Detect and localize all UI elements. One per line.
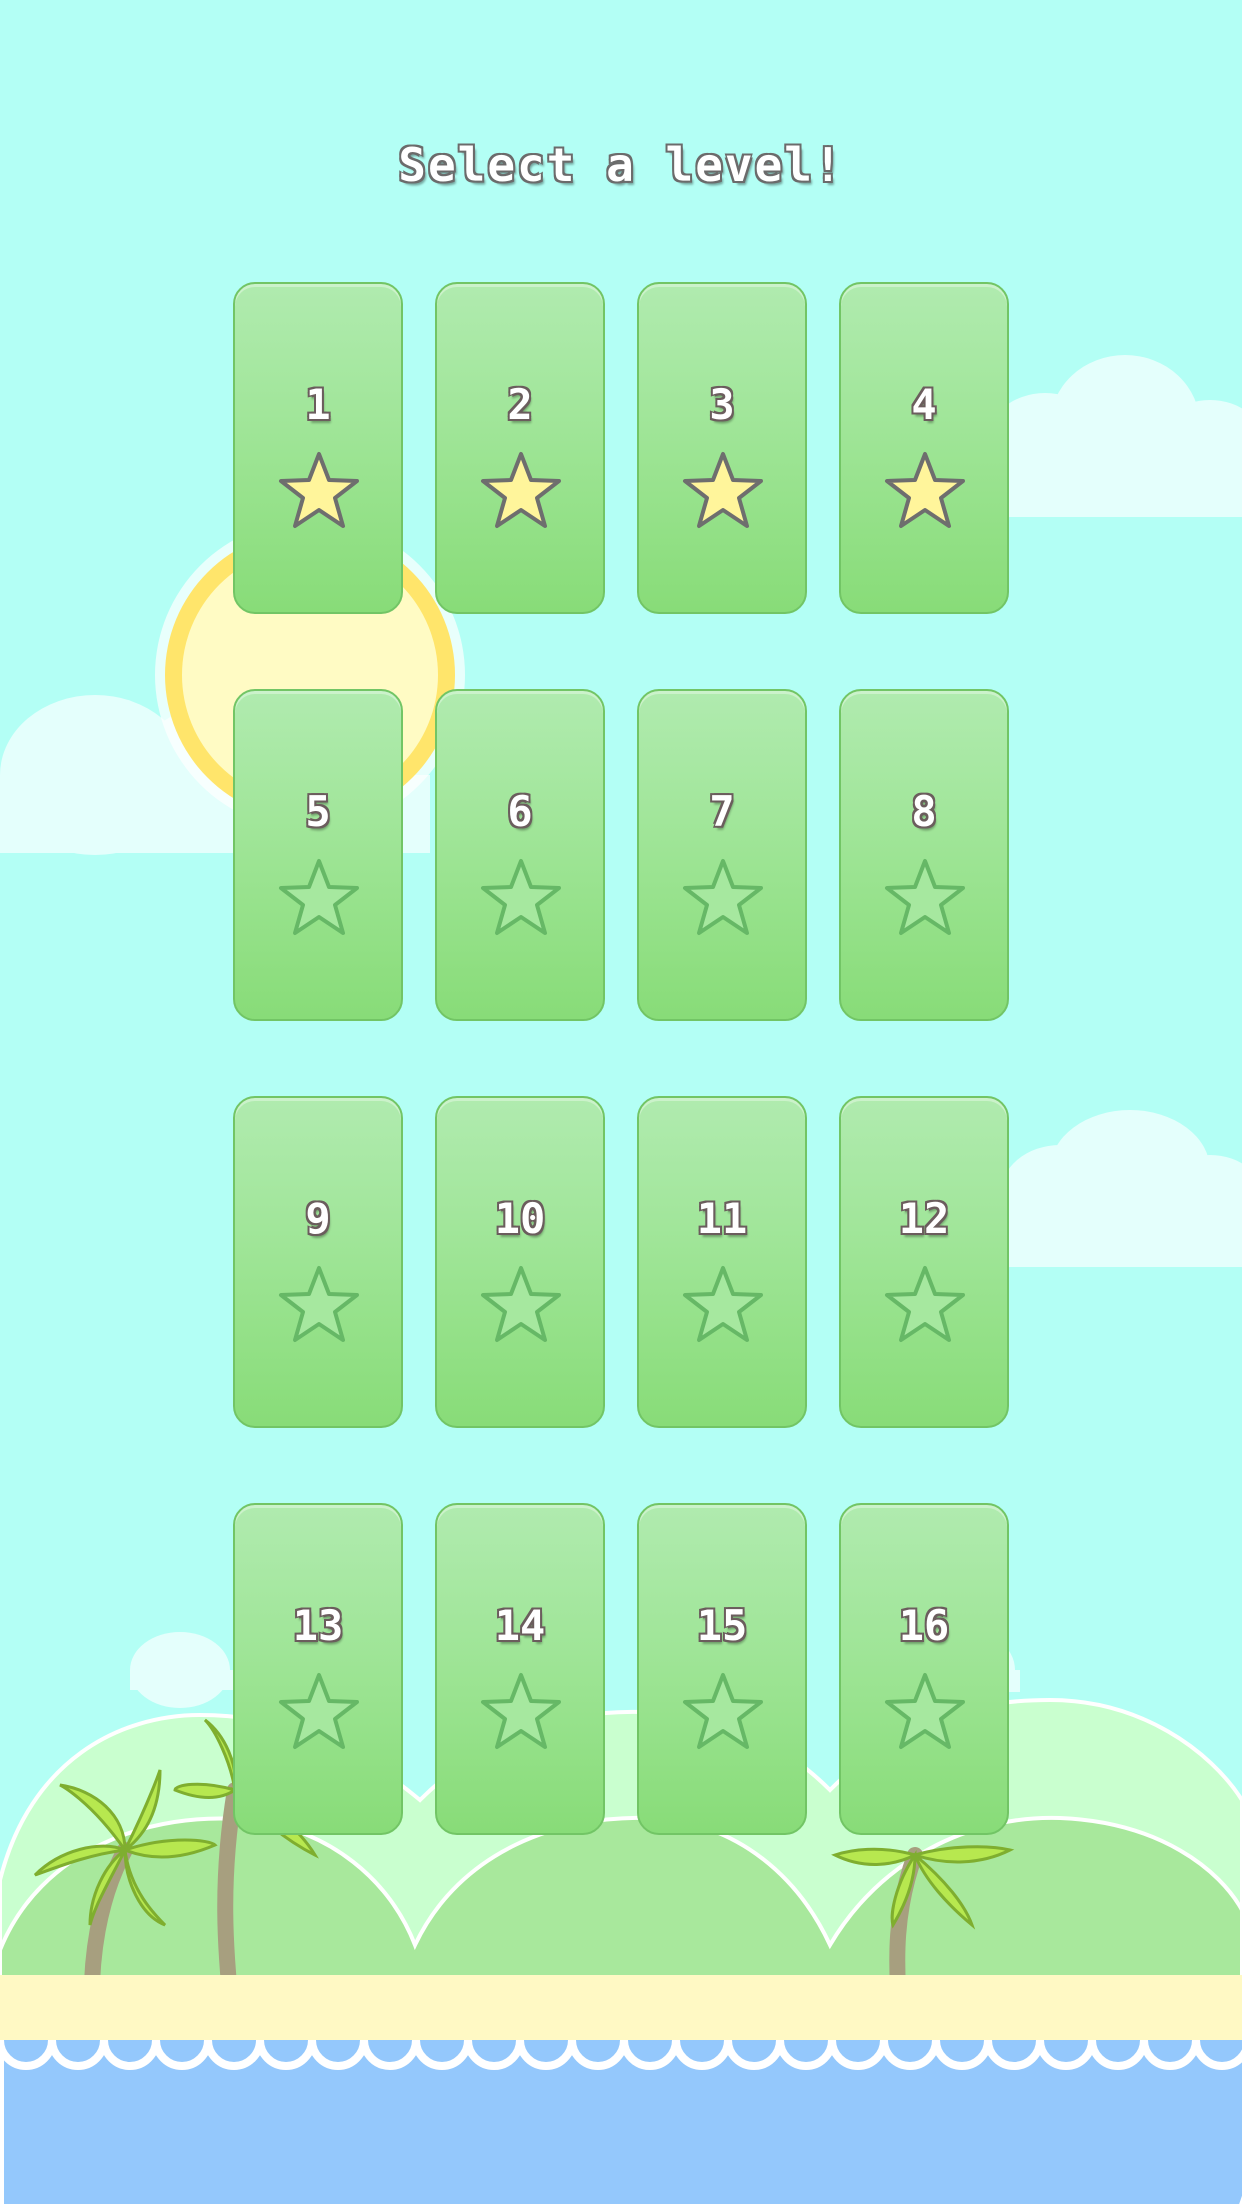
level-10-button[interactable]: 10 <box>435 1096 605 1428</box>
page-title: Select a level! <box>398 138 844 192</box>
level-number: 13 <box>292 1601 344 1650</box>
level-number: 3 <box>709 380 735 429</box>
level-5-button[interactable]: 5 <box>233 689 403 1021</box>
level-8-button[interactable]: 8 <box>839 689 1009 1021</box>
level-number: 9 <box>305 1194 331 1243</box>
level-number: 12 <box>898 1194 950 1243</box>
star-outline-icon <box>683 1673 763 1749</box>
star-outline-icon <box>885 1673 965 1749</box>
level-number: 5 <box>305 787 331 836</box>
level-15-button[interactable]: 15 <box>637 1503 807 1835</box>
star-icon <box>885 452 965 528</box>
level-number: 1 <box>305 380 331 429</box>
star-icon <box>481 452 561 528</box>
hills <box>0 1697 1242 2022</box>
level-number: 16 <box>898 1601 950 1650</box>
star-outline-icon <box>683 859 763 935</box>
level-number: 10 <box>494 1194 546 1243</box>
star-outline-icon <box>885 859 965 935</box>
sand <box>0 1975 1242 2050</box>
level-number: 15 <box>696 1601 748 1650</box>
level-16-button[interactable]: 16 <box>839 1503 1009 1835</box>
level-14-button[interactable]: 14 <box>435 1503 605 1835</box>
star-outline-icon <box>481 859 561 935</box>
background-scene <box>0 0 1242 2208</box>
level-9-button[interactable]: 9 <box>233 1096 403 1428</box>
level-12-button[interactable]: 12 <box>839 1096 1009 1428</box>
level-number: 14 <box>494 1601 546 1650</box>
star-icon <box>279 452 359 528</box>
level-number: 6 <box>507 787 533 836</box>
level-6-button[interactable]: 6 <box>435 689 605 1021</box>
level-11-button[interactable]: 11 <box>637 1096 807 1428</box>
level-number: 11 <box>696 1194 748 1243</box>
star-outline-icon <box>279 1673 359 1749</box>
star-outline-icon <box>683 1266 763 1342</box>
level-1-button[interactable]: 1 <box>233 282 403 614</box>
level-number: 8 <box>911 787 937 836</box>
sea <box>0 2039 1242 2208</box>
level-3-button[interactable]: 3 <box>637 282 807 614</box>
star-outline-icon <box>885 1266 965 1342</box>
star-outline-icon <box>481 1673 561 1749</box>
level-13-button[interactable]: 13 <box>233 1503 403 1835</box>
level-4-button[interactable]: 4 <box>839 282 1009 614</box>
star-outline-icon <box>481 1266 561 1342</box>
level-7-button[interactable]: 7 <box>637 689 807 1021</box>
star-outline-icon <box>279 1266 359 1342</box>
level-number: 4 <box>911 380 937 429</box>
star-outline-icon <box>279 859 359 935</box>
level-number: 2 <box>507 380 533 429</box>
star-icon <box>683 452 763 528</box>
level-number: 7 <box>709 787 735 836</box>
level-2-button[interactable]: 2 <box>435 282 605 614</box>
